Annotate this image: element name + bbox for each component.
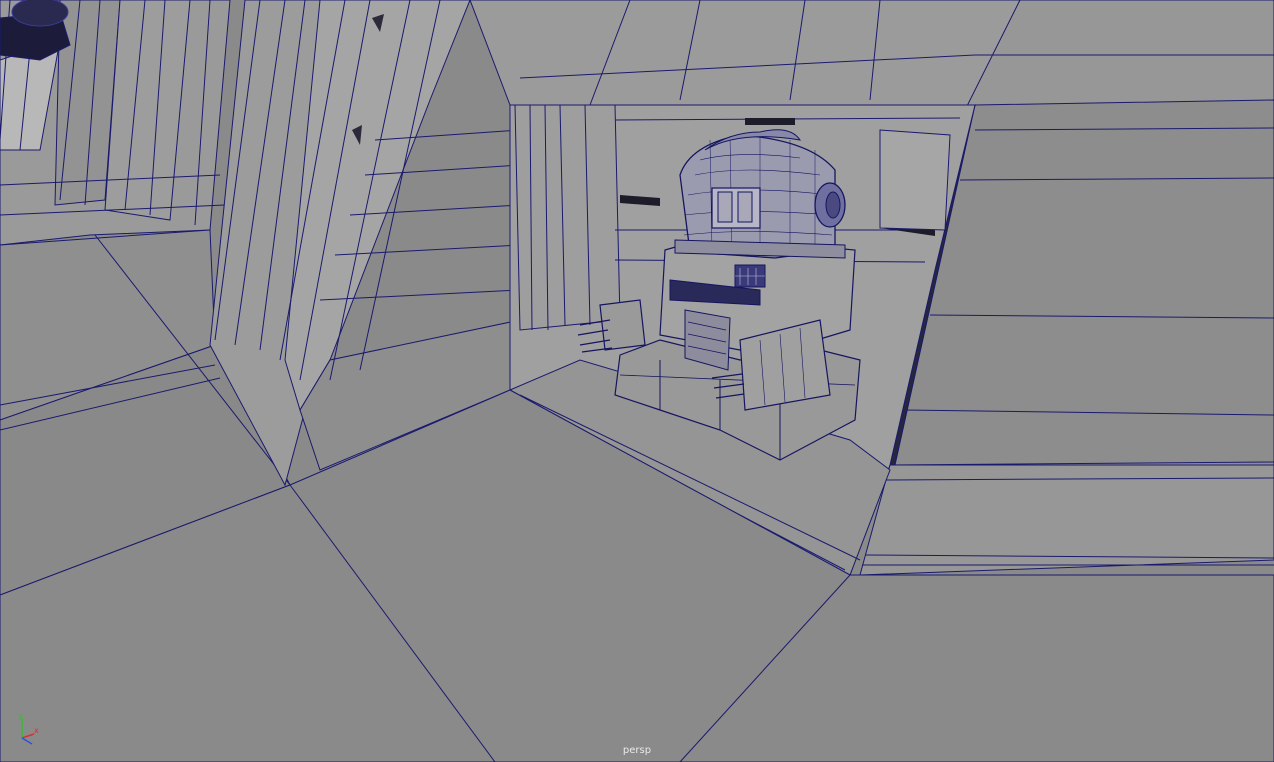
camera-name-label: persp [622, 745, 652, 756]
axis-gizmo-icon: x y [18, 712, 39, 745]
perspective-viewport[interactable]: x y persp [0, 0, 1274, 762]
axis-x-label: x [34, 726, 39, 735]
wireframe-scene[interactable] [0, 0, 1274, 762]
axis-y-label: y [18, 712, 23, 720]
